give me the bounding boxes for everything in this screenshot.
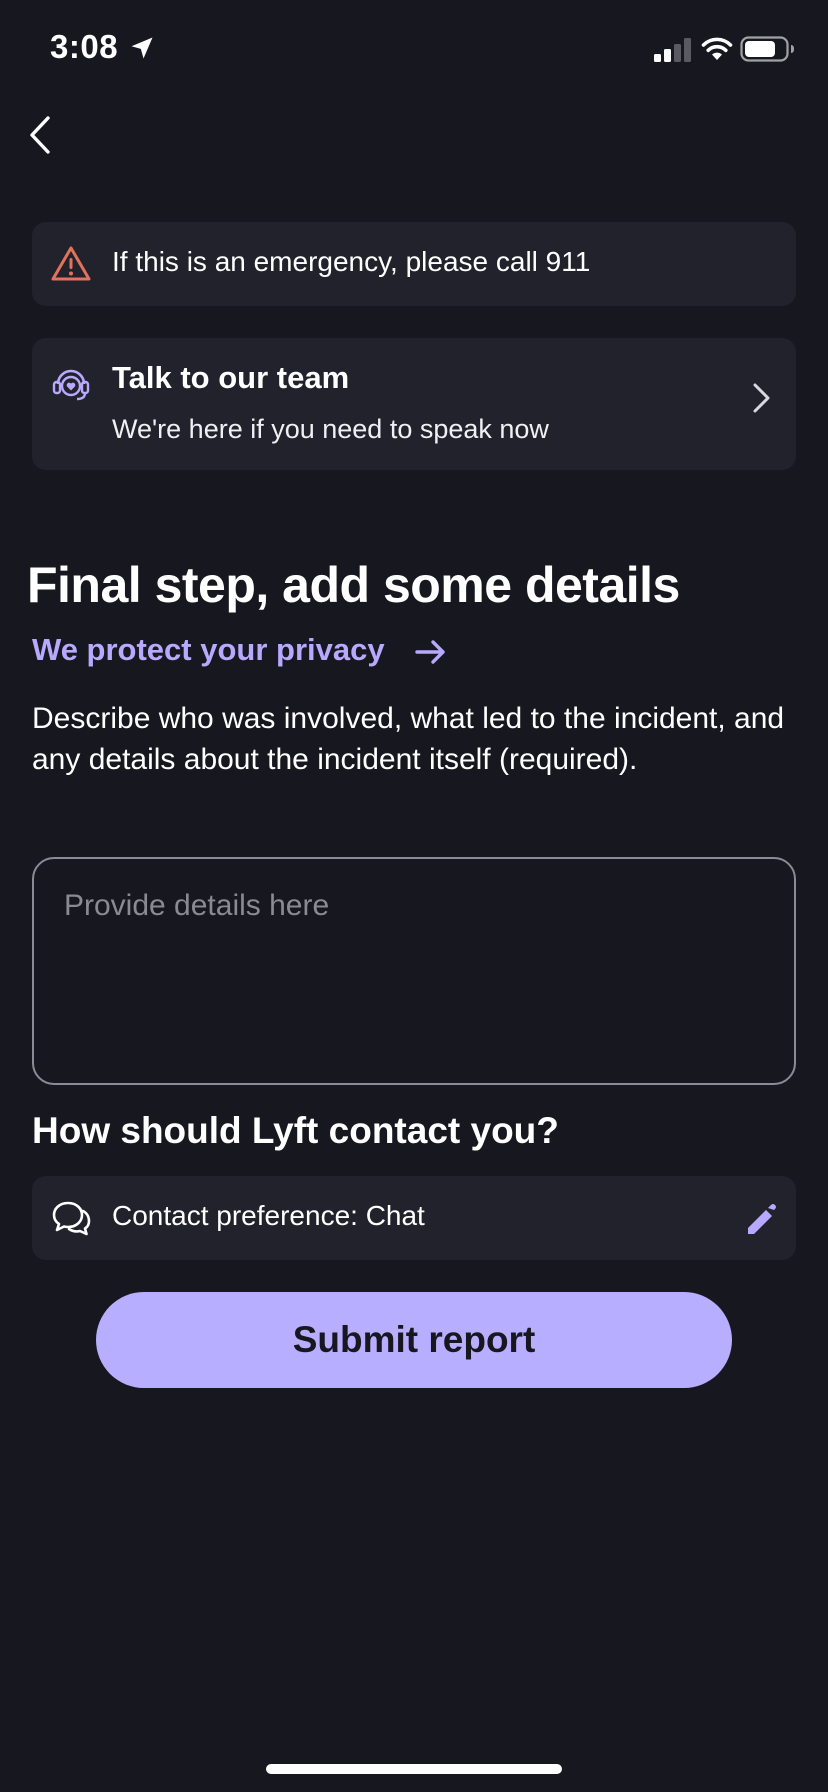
contact-preference-text: Contact preference: Chat xyxy=(112,1200,425,1231)
status-bar: 3:08 xyxy=(0,0,828,100)
emergency-banner: If this is an emergency, please call 911 xyxy=(32,222,796,306)
support-headset-icon xyxy=(52,369,90,401)
contact-heading: How should Lyft contact you? xyxy=(32,1110,559,1151)
chevron-right-icon xyxy=(753,383,770,413)
details-textarea[interactable] xyxy=(32,857,796,1085)
location-arrow-icon xyxy=(131,37,153,59)
team-card-title: Talk to our team xyxy=(112,360,350,395)
back-button[interactable] xyxy=(22,110,62,160)
emergency-text: If this is an emergency, please call 911 xyxy=(112,246,591,277)
page-title: Final step, add some details xyxy=(27,557,680,613)
instructions-text: Describe who was involved, what led to t… xyxy=(32,702,785,776)
warning-triangle-icon xyxy=(51,246,91,281)
talk-to-team-card[interactable]: Talk to our team We're here if you need … xyxy=(32,338,796,470)
pencil-icon[interactable] xyxy=(740,1198,780,1238)
status-time: 3:08 xyxy=(50,28,119,65)
team-card-subtitle: We're here if you need to speak now xyxy=(112,414,549,444)
submit-report-button[interactable]: Submit report xyxy=(96,1292,732,1388)
privacy-link[interactable]: We protect your privacy xyxy=(32,632,385,668)
cellular-signal-icon xyxy=(654,38,691,62)
home-indicator[interactable] xyxy=(266,1764,562,1774)
arrow-right-icon[interactable] xyxy=(414,636,448,668)
chat-bubbles-icon xyxy=(52,1201,91,1236)
contact-preference-row[interactable]: Contact preference: Chat xyxy=(32,1176,796,1260)
wifi-icon xyxy=(701,37,733,60)
battery-icon xyxy=(740,36,794,62)
